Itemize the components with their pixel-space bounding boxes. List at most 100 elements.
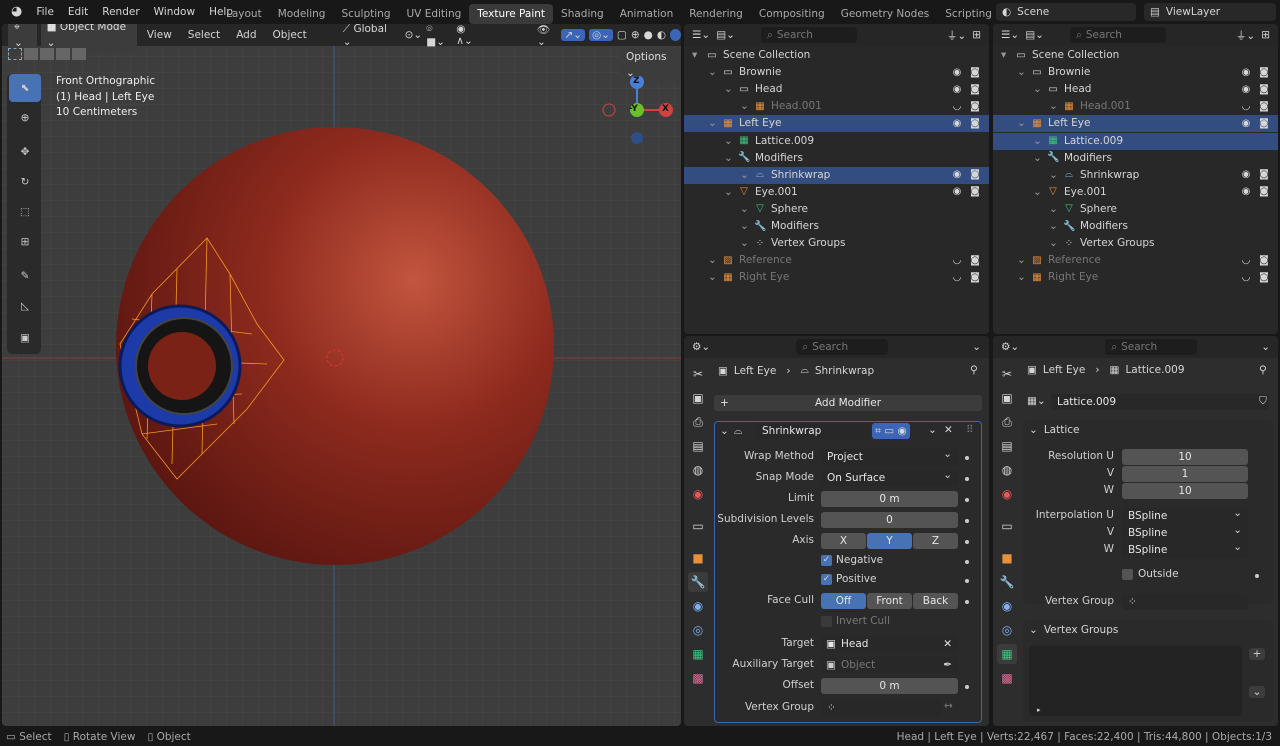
visibility-eye-icon[interactable]: ◉ (1240, 67, 1252, 78)
expand-chevron-icon[interactable]: ⌄ (1049, 235, 1063, 252)
lattice-data-icon[interactable]: ▦⌄ (1027, 395, 1046, 407)
outliner-row[interactable]: ⌄ ▽ Eye.001 ◉ ◙ (684, 184, 989, 201)
expand-chevron-icon[interactable]: ⌄ (1033, 150, 1047, 167)
axis-y-toggle[interactable]: Y (867, 533, 912, 549)
outliner-row[interactable]: ⌄ ▦ Left Eye ◉ ◙ (993, 115, 1278, 133)
tab-sculpting[interactable]: Sculpting (333, 4, 398, 24)
expand-chevron-icon[interactable]: ⌄ (724, 133, 738, 150)
select-subtract-icon[interactable] (40, 48, 54, 60)
expand-chevron-icon[interactable]: ▾ (692, 47, 706, 64)
visibility-eye-icon[interactable]: ◉ (951, 67, 963, 78)
visibility-eye-icon[interactable]: ◡ (951, 272, 963, 283)
offset-field[interactable]: 0 m (821, 678, 958, 694)
expand-chevron-icon[interactable]: ⌄ (1017, 115, 1031, 132)
outliner-row[interactable]: ⌄ ▭ Brownie ◉ ◙ (993, 64, 1278, 81)
axis-z-toggle[interactable]: Z (913, 533, 958, 549)
outliner-row[interactable]: ⌄ ▦ Right Eye ◡ ◙ (684, 269, 989, 286)
axis-x-toggle[interactable]: X (821, 533, 866, 549)
pivot-icon[interactable]: ⊙⌄ (405, 29, 423, 41)
tool-tab-icon[interactable]: ✂ (688, 364, 708, 384)
vertex-groups-section-header[interactable]: ⌄ Vertex Groups (1029, 624, 1118, 636)
subdivision-levels-field[interactable]: 0 (821, 512, 958, 528)
expand-chevron-icon[interactable]: ⌄ (740, 235, 754, 252)
world-tab-icon[interactable]: ◉ (688, 484, 708, 504)
auxiliary-target-field[interactable]: ▣ Object ✒ (821, 657, 958, 673)
menu-object[interactable]: Object (267, 29, 313, 41)
transform-tool-icon[interactable]: ⊞ (9, 228, 41, 256)
expand-chevron-icon[interactable]: ⌄ (740, 201, 754, 218)
expand-chevron-icon[interactable]: ⌄ (708, 269, 722, 286)
outliner-row[interactable]: ⌄ ⌓ Shrinkwrap ◉ ◙ (684, 166, 989, 184)
visibility-eye-icon[interactable]: ◉ (951, 118, 963, 129)
expand-icon[interactable]: ▸ (1037, 706, 1041, 714)
3d-viewport[interactable]: ⌖ ⌄ ■ Object Mode ⌄ View Select Add Obje… (2, 24, 681, 726)
collection-tab-icon[interactable]: ▭ (688, 516, 708, 536)
visibility-eye-icon[interactable]: ◉ (951, 84, 963, 95)
negative-checkbox[interactable]: ✓ Negative (821, 554, 883, 566)
face-cull-back[interactable]: Back (913, 593, 958, 609)
physics-tab-icon[interactable]: ◎ (997, 620, 1017, 640)
visibility-eye-icon[interactable]: ◡ (951, 255, 963, 266)
menu-window[interactable]: Window (147, 0, 202, 24)
menu-view[interactable]: View (141, 29, 178, 41)
expand-chevron-icon[interactable]: ⌄ (1033, 184, 1047, 201)
snap-mode-select[interactable]: On Surface (821, 467, 958, 486)
annotate-tool-icon[interactable]: ✎ (9, 262, 41, 290)
particles-tab-icon[interactable]: ◉ (688, 596, 708, 616)
render-camera-icon[interactable]: ◙ (1258, 67, 1270, 78)
resolution-u-field[interactable]: 10 (1122, 449, 1248, 465)
interpolation-v-select[interactable]: BSpline (1122, 522, 1248, 541)
lattice-data-name-field[interactable]: Lattice.009 (1051, 394, 1269, 410)
world-tab-icon[interactable]: ◉ (997, 484, 1017, 504)
interpolation-w-select[interactable]: BSpline (1122, 539, 1248, 558)
tab-shading[interactable]: Shading (553, 4, 612, 24)
render-camera-icon[interactable]: ◙ (1258, 118, 1270, 129)
vertex-group-menu-icon[interactable]: ⌄ (1249, 686, 1265, 698)
outliner-left-search[interactable]: ⌕ Search (760, 27, 857, 43)
visibility-eye-icon[interactable]: ◉ (1240, 187, 1252, 197)
outliner-row[interactable]: ⌄ ▽ Sphere (993, 201, 1278, 218)
overlay-toggle-icon[interactable]: ◎⌄ (588, 29, 613, 41)
wrap-method-select[interactable]: Project (821, 446, 958, 465)
render-camera-icon[interactable]: ◙ (1258, 187, 1270, 197)
properties-editor-icon[interactable]: ⚙⌄ (1001, 341, 1019, 353)
properties-search[interactable]: ⌕ Search (796, 339, 889, 355)
render-camera-icon[interactable]: ◙ (969, 255, 981, 266)
outliner-row[interactable]: ▾ ▭ Scene Collection (993, 47, 1278, 64)
expand-chevron-icon[interactable]: ▾ (1001, 47, 1015, 64)
close-icon[interactable]: ✕ (944, 424, 953, 436)
outliner-row[interactable]: ⌄ ▽ Eye.001 ◉ ◙ (993, 184, 1278, 201)
outliner-row[interactable]: ⌄ ⌓ Shrinkwrap ◉ ◙ (993, 167, 1278, 184)
visibility-eye-icon[interactable]: ◉ (1240, 84, 1252, 95)
rotate-tool-icon[interactable]: ↻ (9, 168, 41, 196)
measure-tool-icon[interactable]: ◺ (9, 292, 41, 320)
texture-tab-icon[interactable]: ▩ (688, 668, 708, 688)
output-tab-icon[interactable]: ⎙ (688, 412, 708, 432)
output-tab-icon[interactable]: ⎙ (997, 412, 1017, 432)
expand-chevron-icon[interactable]: ⌄ (708, 64, 722, 81)
select-intersect-icon[interactable] (72, 48, 86, 60)
chevron-down-icon[interactable]: ⌄ (928, 424, 937, 436)
expand-chevron-icon[interactable]: ⌄ (1049, 218, 1063, 235)
tab-uv-editing[interactable]: UV Editing (399, 4, 470, 24)
invert-vertex-group-icon[interactable]: ↔ (944, 700, 953, 712)
drag-handle-icon[interactable]: ⠿ (966, 424, 974, 436)
chevron-down-icon[interactable]: ⌄ (1261, 341, 1270, 353)
properties-search[interactable]: ⌕ Search (1105, 339, 1198, 355)
render-camera-icon[interactable]: ◙ (969, 272, 981, 283)
outliner-row[interactable]: ⌄ ▭ Head ◉ ◙ (684, 81, 989, 98)
outliner-row[interactable]: ⌄ ▦ Right Eye ◡ ◙ (993, 269, 1278, 286)
outliner-row[interactable]: ⌄ 🔧 Modifiers (684, 218, 989, 235)
expand-chevron-icon[interactable]: ⌄ (724, 150, 738, 167)
select-extend-icon[interactable] (24, 48, 38, 60)
display-mode-icon[interactable]: ▤⌄ (1025, 29, 1044, 41)
tab-rendering[interactable]: Rendering (681, 4, 751, 24)
visibility-eye-icon[interactable]: ◡ (1240, 101, 1252, 112)
outliner-row[interactable]: ⌄ ⁘ Vertex Groups (684, 235, 989, 252)
outliner-row[interactable]: ⌄ 🔧 Modifiers (684, 150, 989, 167)
select-invert-icon[interactable] (56, 48, 70, 60)
tab-scripting[interactable]: Scripting (937, 4, 1000, 24)
outliner-row[interactable]: ⌄ 🔧 Modifiers (993, 150, 1278, 167)
shading-material-icon[interactable]: ◐ (657, 29, 666, 41)
select-tool-icon[interactable]: ⬉ (9, 74, 41, 102)
